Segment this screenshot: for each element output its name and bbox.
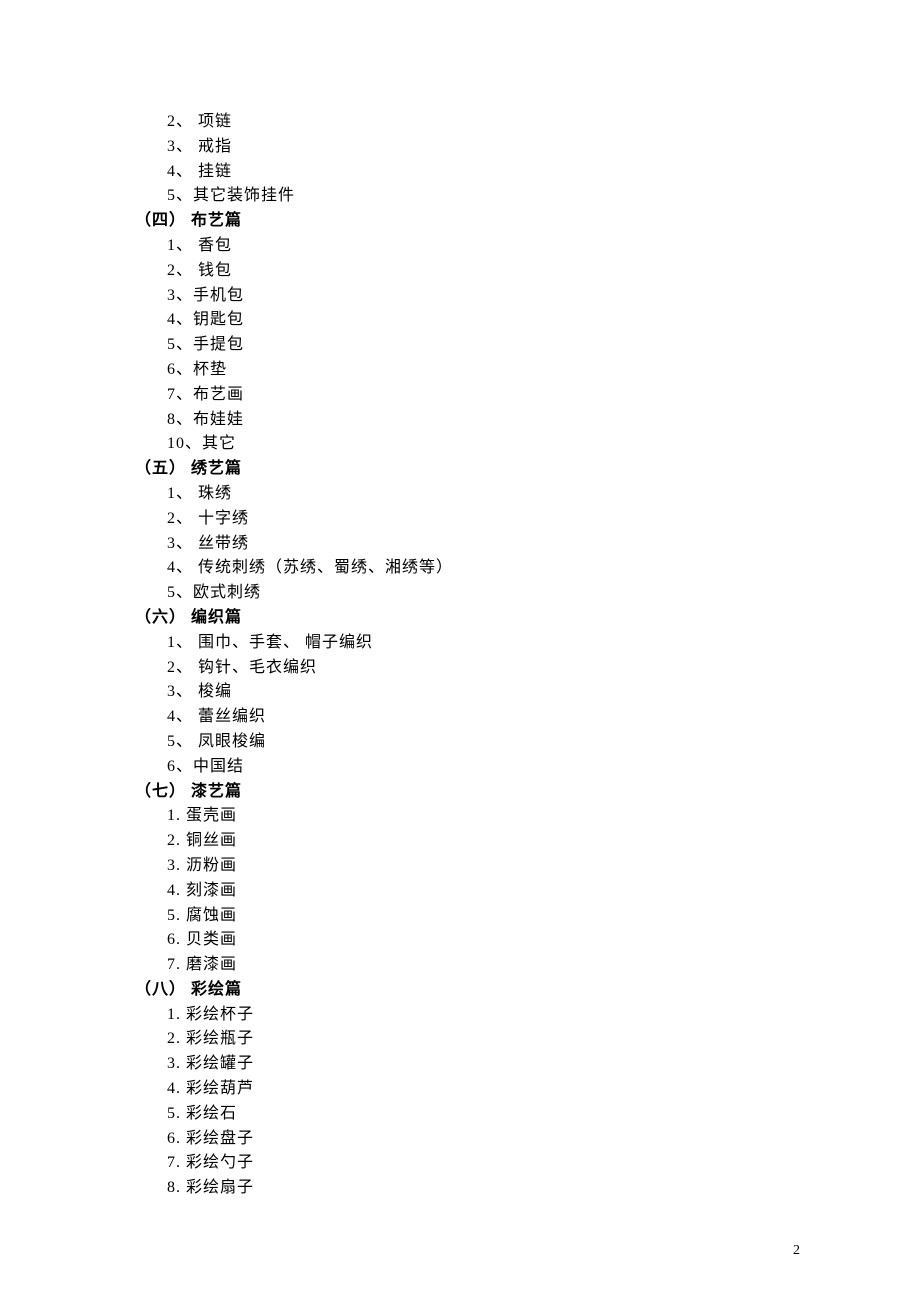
list-item: 1、 围巾、手套、 帽子编织 [135, 631, 800, 656]
list-item: 4. 彩绘葫芦 [135, 1077, 800, 1102]
section-heading: （五） 绣艺篇 [135, 457, 800, 482]
list-item: 6、杯垫 [135, 358, 800, 383]
list-item: 7、布艺画 [135, 383, 800, 408]
list-item: 7. 彩绘勺子 [135, 1151, 800, 1176]
list-item: 4. 刻漆画 [135, 879, 800, 904]
list-item: 2、 钩针、毛衣编织 [135, 656, 800, 681]
list-item: 4、 蕾丝编织 [135, 705, 800, 730]
list-item: 3、 丝带绣 [135, 532, 800, 557]
list-item: 2. 铜丝画 [135, 829, 800, 854]
list-item: 5、手提包 [135, 333, 800, 358]
list-item: 5、欧式刺绣 [135, 581, 800, 606]
list-item: 2、 十字绣 [135, 507, 800, 532]
section-heading: （八） 彩绘篇 [135, 978, 800, 1003]
list-item: 7. 磨漆画 [135, 953, 800, 978]
list-item: 6、中国结 [135, 755, 800, 780]
list-item: 5. 腐蚀画 [135, 904, 800, 929]
list-item: 4、 传统刺绣（苏绣、蜀绣、湘绣等） [135, 556, 800, 581]
list-item: 3、 戒指 [135, 135, 800, 160]
list-item: 5、 凤眼梭编 [135, 730, 800, 755]
section-heading: （六） 编织篇 [135, 606, 800, 631]
list-item: 5. 彩绘石 [135, 1102, 800, 1127]
list-item: 2、 项链 [135, 110, 800, 135]
section-heading: （四） 布艺篇 [135, 209, 800, 234]
list-item: 3、 梭编 [135, 680, 800, 705]
list-item: 4、钥匙包 [135, 308, 800, 333]
list-item: 6. 彩绘盘子 [135, 1127, 800, 1152]
list-item: 3. 沥粉画 [135, 854, 800, 879]
section-heading: （七） 漆艺篇 [135, 780, 800, 805]
list-item: 4、 挂链 [135, 160, 800, 185]
list-item: 1、 珠绣 [135, 482, 800, 507]
list-item: 3、手机包 [135, 284, 800, 309]
list-item: 1、 香包 [135, 234, 800, 259]
list-item: 2、 钱包 [135, 259, 800, 284]
list-item: 8. 彩绘扇子 [135, 1176, 800, 1201]
list-item: 8、布娃娃 [135, 408, 800, 433]
list-item: 5、其它装饰挂件 [135, 184, 800, 209]
page-content: 2、 项链3、 戒指4、 挂链5、其它装饰挂件（四） 布艺篇1、 香包2、 钱包… [0, 0, 920, 1201]
list-item: 6. 贝类画 [135, 928, 800, 953]
page-number: 2 [793, 1240, 800, 1262]
list-item: 2. 彩绘瓶子 [135, 1027, 800, 1052]
list-item: 3. 彩绘罐子 [135, 1052, 800, 1077]
list-item: 1. 彩绘杯子 [135, 1003, 800, 1028]
list-item: 1. 蛋壳画 [135, 804, 800, 829]
list-item: 10、其它 [135, 432, 800, 457]
